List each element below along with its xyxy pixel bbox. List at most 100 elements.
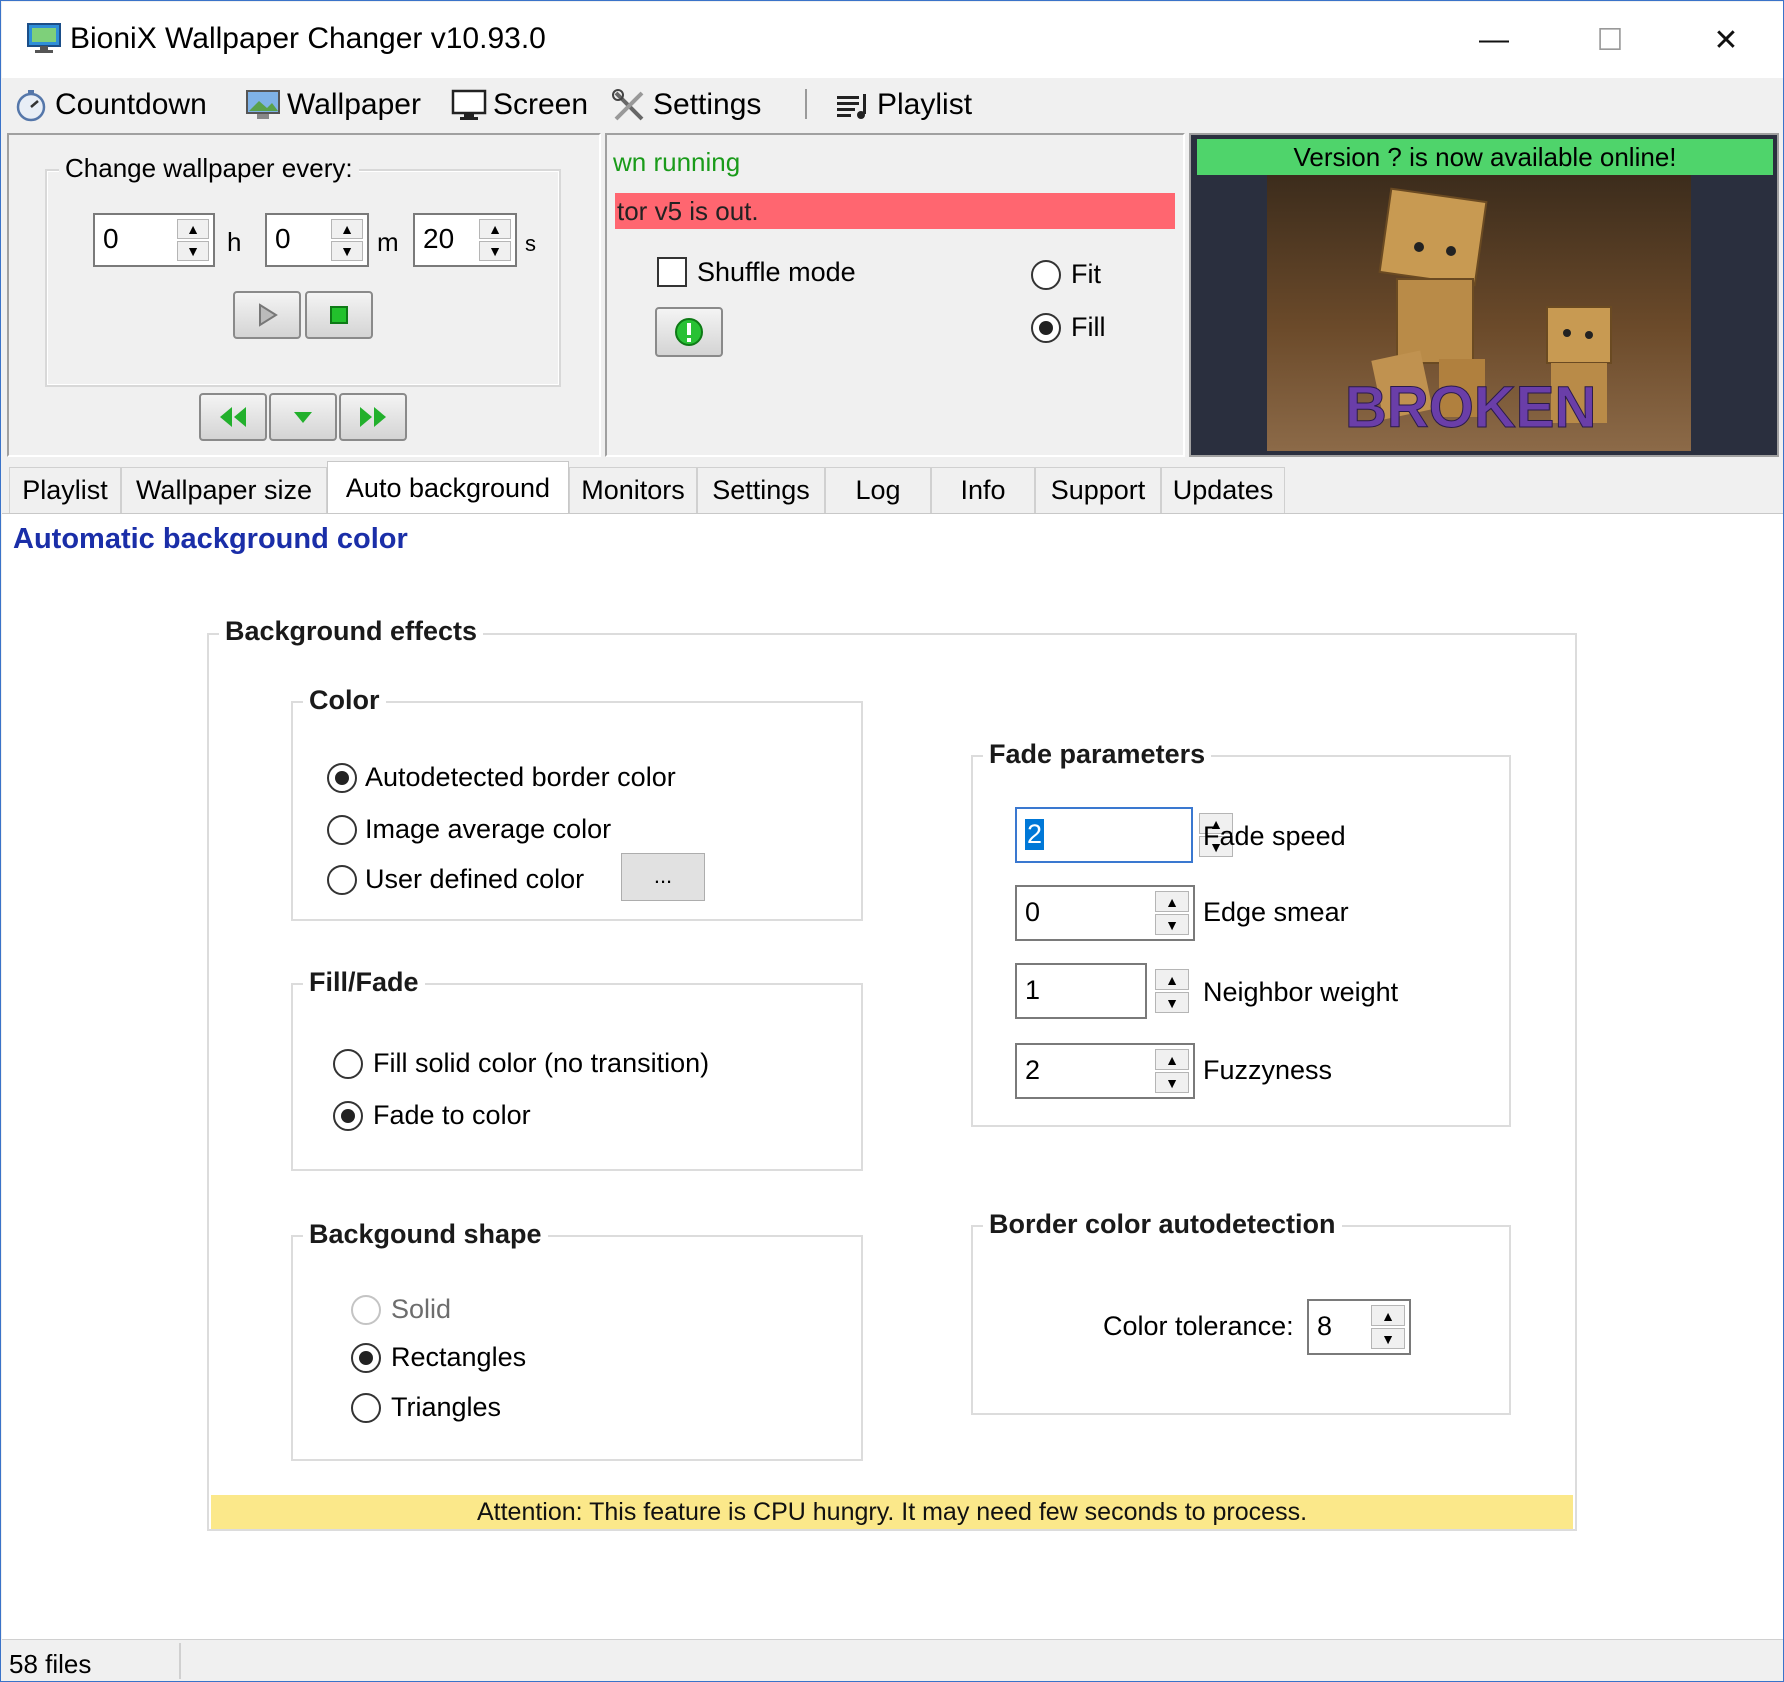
average-color-radio[interactable] [327,815,357,845]
solid-shape-radio[interactable] [351,1295,381,1325]
autodetected-color-radio[interactable] [327,763,357,793]
color-tolerance-label: Color tolerance: [1103,1311,1294,1341]
fade-speed-value: 2 [1025,819,1045,850]
seconds-up-arrow[interactable]: ▲ [479,219,511,239]
play-button[interactable] [233,291,301,339]
monitor-icon [451,89,487,120]
color-tolerance-up-arrow[interactable]: ▲ [1371,1305,1405,1326]
hours-spinner[interactable]: 0 ▲ ▼ [93,213,215,267]
fade-speed-spinner[interactable]: 2 ▲ ▼ [1015,807,1233,863]
section-title: Automatic background color [13,523,408,555]
chevron-down-icon [294,412,312,423]
exclamation-icon [675,318,703,346]
seconds-spinner[interactable]: 20 ▲ ▼ [413,213,517,267]
alert-button[interactable] [655,307,723,357]
fill-radio[interactable] [1031,313,1061,343]
playlist-icon [837,94,866,119]
hours-unit: h [227,227,242,257]
previous-button[interactable] [199,393,267,441]
tab-updates[interactable]: Updates [1161,467,1285,513]
seconds-down-arrow[interactable]: ▼ [479,241,511,261]
minutes-spinner[interactable]: 0 ▲ ▼ [265,213,369,267]
triangles-shape-label: Triangles [391,1392,502,1422]
stop-button[interactable] [305,291,373,339]
countdown-running-text: wn running [613,147,741,177]
app-monitor-icon [27,23,61,53]
minutes-up-arrow[interactable]: ▲ [331,219,363,239]
tab-playlist[interactable]: Playlist [9,467,121,513]
minimize-button[interactable]: — [1436,2,1552,78]
title-bar: BioniX Wallpaper Changer v10.93.0 — ☐ ✕ [2,2,1783,78]
tab-auto-background[interactable]: Auto background [327,461,569,515]
tab-support[interactable]: Support [1035,467,1161,513]
fuzzyness-value: 2 [1025,1055,1041,1085]
update-banner[interactable]: Version ? is now available online! [1197,139,1773,175]
menu-playlist-label: Playlist [877,88,973,121]
preview-caption: BROKEN [1345,375,1596,440]
fill-solid-radio[interactable] [333,1049,363,1079]
hours-down-arrow[interactable]: ▼ [177,241,209,261]
color-tolerance-down-arrow[interactable]: ▼ [1371,1328,1405,1349]
next-button[interactable] [339,393,407,441]
fade-parameters-group-label: Fade parameters [983,739,1212,770]
neighbor-weight-up-arrow[interactable]: ▲ [1155,969,1189,990]
options-panel [605,133,1185,457]
close-button[interactable]: ✕ [1668,2,1783,78]
file-count: 58 files [9,1649,92,1679]
tab-wallpaper-size[interactable]: Wallpaper size [121,467,327,513]
down-button[interactable] [269,393,337,441]
edge-smear-value: 0 [1025,897,1041,927]
minutes-down-arrow[interactable]: ▼ [331,241,363,261]
app-window: BioniX Wallpaper Changer v10.93.0 — ☐ ✕ … [0,0,1784,1682]
menu-playlist[interactable]: Playlist [835,85,972,125]
edge-smear-down-arrow[interactable]: ▼ [1155,914,1189,935]
edge-smear-label: Edge smear [1203,897,1349,927]
fit-radio[interactable] [1031,260,1061,290]
color-picker-button[interactable]: ... [621,853,705,901]
edge-smear-spinner[interactable]: 0 ▲ ▼ [1015,885,1195,941]
countdown-group-label: Change wallpaper every: [59,153,359,184]
neighbor-weight-label: Neighbor weight [1203,977,1399,1007]
color-group-label: Color [303,685,386,716]
neighbor-weight-value: 1 [1025,975,1041,1005]
fuzzyness-down-arrow[interactable]: ▼ [1155,1072,1189,1093]
color-tolerance-spinner[interactable]: 8 ▲ ▼ [1307,1299,1411,1355]
rectangles-shape-radio[interactable] [351,1343,381,1373]
tab-log[interactable]: Log [825,467,931,513]
tab-info[interactable]: Info [931,467,1035,513]
fade-to-color-radio[interactable] [333,1101,363,1131]
triangles-shape-radio[interactable] [351,1393,381,1423]
fade-to-color-label: Fade to color [373,1100,531,1130]
shuffle-label: Shuffle mode [697,257,856,287]
fuzzyness-spinner[interactable]: 2 ▲ ▼ [1015,1043,1195,1099]
status-bar [2,1639,1783,1681]
close-icon: ✕ [1713,23,1739,57]
edge-smear-up-arrow[interactable]: ▲ [1155,891,1189,912]
border-autodetection-group-label: Border color autodetection [983,1209,1342,1240]
rectangles-shape-label: Rectangles [391,1342,527,1372]
fuzzyness-label: Fuzzyness [1203,1055,1333,1085]
shuffle-checkbox[interactable] [657,257,687,287]
menu-settings[interactable]: Settings [611,85,761,125]
neighbor-weight-down-arrow[interactable]: ▼ [1155,992,1189,1013]
average-color-label: Image average color [365,814,612,844]
menu-countdown-label: Countdown [55,88,207,121]
tab-monitors[interactable]: Monitors [569,467,697,513]
wallpaper-icon [246,90,280,119]
menu-wallpaper[interactable]: Wallpaper [245,85,421,125]
user-color-radio[interactable] [327,865,357,895]
hours-up-arrow[interactable]: ▲ [177,219,209,239]
neighbor-weight-spinner[interactable]: 1 ▲ ▼ [1015,963,1189,1019]
fuzzyness-up-arrow[interactable]: ▲ [1155,1049,1189,1070]
menu-screen[interactable]: Screen [451,85,588,125]
menu-separator [805,89,807,119]
menu-screen-label: Screen [493,88,589,121]
tab-settings[interactable]: Settings [697,467,825,513]
maximize-icon: ☐ [1596,23,1624,57]
fill-label: Fill [1071,312,1106,342]
wallpaper-preview-image: BROKEN [1267,175,1691,451]
rewind-icon [220,407,246,427]
maximize-button[interactable]: ☐ [1552,2,1668,78]
tools-icon [612,89,644,121]
menu-countdown[interactable]: Countdown [13,85,207,125]
